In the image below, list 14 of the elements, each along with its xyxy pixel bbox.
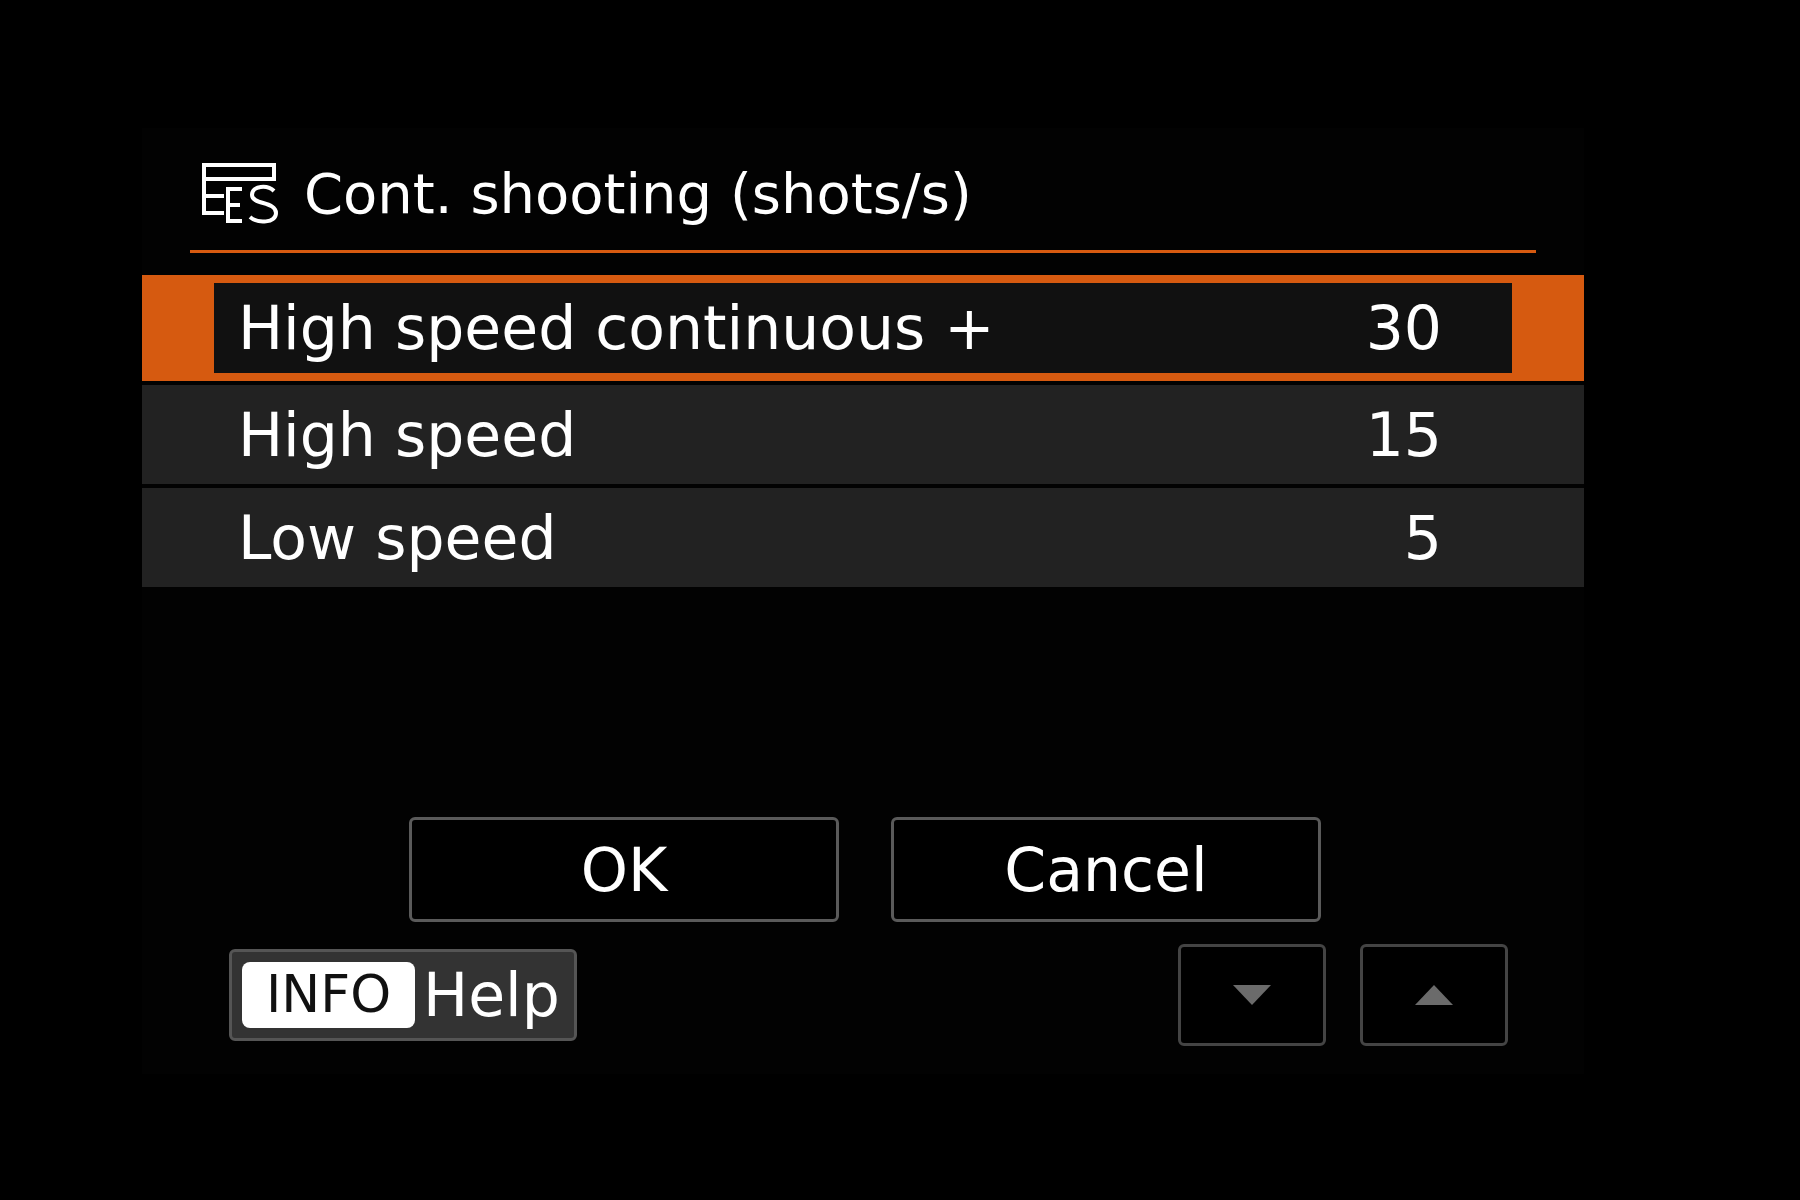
option-value: 5: [1403, 507, 1442, 568]
dialog-button[interactable]: OK: [409, 817, 839, 922]
down-triangle-icon: [1233, 985, 1271, 1005]
option-row[interactable]: Low speed 5: [142, 488, 1584, 587]
option-row[interactable]: High speed continuous + 30: [142, 275, 1584, 381]
scroll-up-button[interactable]: [1360, 944, 1508, 1046]
option-row[interactable]: High speed 15: [142, 385, 1584, 484]
up-triangle-icon: [1415, 985, 1453, 1005]
option-value: 15: [1365, 404, 1442, 465]
dialog-button[interactable]: Cancel: [891, 817, 1321, 922]
info-key: INFO: [242, 962, 416, 1028]
help-button[interactable]: INFO Help: [229, 949, 577, 1041]
option-value: 30: [1365, 298, 1442, 358]
scroll-down-button[interactable]: [1178, 944, 1326, 1046]
